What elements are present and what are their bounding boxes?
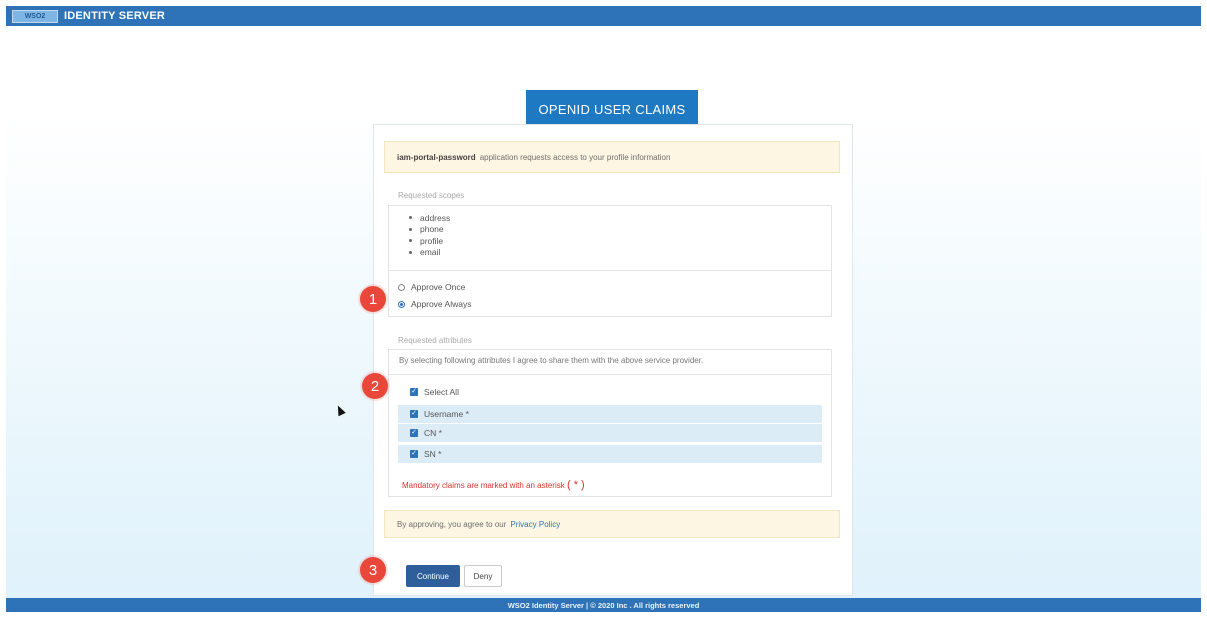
product-title: IDENTITY SERVER	[64, 10, 166, 22]
step-badge-3: 3	[360, 557, 386, 583]
attributes-intro: By selecting following attributes I agre…	[399, 356, 704, 365]
approve-once-radio[interactable]	[398, 283, 405, 291]
browser-viewport: WSO2 IDENTITY SERVER OPENID USER CLAIMS …	[6, 6, 1201, 612]
approve-always-label: Approve Always	[411, 299, 472, 309]
select-all-option[interactable]: ✓ Select All	[398, 383, 822, 401]
username-checkbox[interactable]: ✓	[410, 410, 418, 418]
privacy-notice: By approving, you agree to our Privacy P…	[384, 510, 840, 538]
page-title: OPENID USER CLAIMS	[526, 90, 698, 128]
approve-once-option[interactable]: Approve Once	[398, 282, 465, 292]
scope-item: email	[409, 247, 831, 259]
divider	[389, 270, 831, 271]
mandatory-note: Mandatory claims are marked with an aste…	[402, 479, 585, 491]
attribute-label: Username *	[424, 409, 469, 419]
privacy-text: By approving, you agree to our	[397, 519, 507, 529]
attribute-label: CN *	[424, 428, 442, 438]
mouse-cursor-icon	[334, 403, 346, 417]
approve-once-label: Approve Once	[411, 282, 466, 292]
step-badge-2: 2	[362, 373, 388, 399]
attributes-box: By selecting following attributes I agre…	[388, 349, 832, 497]
app-request-notice: iam-portal-password application requests…	[384, 141, 840, 173]
attribute-row-sn[interactable]: ✓ SN *	[398, 445, 822, 463]
scope-item: phone	[409, 224, 831, 236]
requested-scopes-label: Requested scopes	[398, 191, 465, 200]
app-name: iam-portal-password	[397, 152, 476, 162]
bullet-icon	[409, 216, 412, 220]
app-request-text: application requests access to your prof…	[479, 152, 671, 162]
select-all-label: Select All	[424, 387, 459, 397]
consent-card: iam-portal-password application requests…	[373, 124, 853, 596]
cn-checkbox[interactable]: ✓	[410, 429, 418, 437]
approve-always-radio[interactable]	[398, 300, 405, 308]
asterisk-marker: ( * )	[566, 479, 585, 491]
privacy-policy-link[interactable]: Privacy Policy	[510, 520, 560, 529]
attribute-label: SN *	[424, 449, 442, 459]
continue-button[interactable]: Continue	[406, 565, 460, 587]
sn-checkbox[interactable]: ✓	[410, 450, 418, 458]
bullet-icon	[409, 239, 412, 243]
scope-item: address	[409, 212, 831, 224]
attribute-row-username[interactable]: ✓ Username *	[398, 405, 822, 423]
wso2-logo: WSO2	[12, 9, 58, 23]
footer-text: WSO2 Identity Server | © 2020 Inc . All …	[507, 600, 700, 610]
step-badge-1: 1	[360, 286, 386, 312]
attribute-row-cn[interactable]: ✓ CN *	[398, 424, 822, 442]
approve-always-option[interactable]: Approve Always	[398, 299, 471, 309]
divider	[389, 374, 831, 375]
scope-item: profile	[409, 235, 831, 247]
bullet-icon	[409, 227, 412, 231]
requested-attributes-label: Requested attributes	[398, 336, 472, 345]
top-bar: WSO2 IDENTITY SERVER	[6, 6, 1201, 26]
select-all-checkbox[interactable]: ✓	[410, 388, 418, 396]
deny-button[interactable]: Deny	[464, 565, 502, 587]
bullet-icon	[409, 250, 412, 254]
footer: WSO2 Identity Server | © 2020 Inc . All …	[6, 598, 1201, 612]
scope-list: address phone profile email	[389, 206, 831, 258]
